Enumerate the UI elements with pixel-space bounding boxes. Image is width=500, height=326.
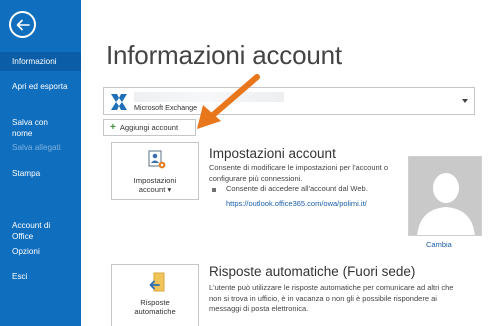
orange-arrow-icon — [197, 74, 260, 129]
nav-item-salva-con-nome[interactable]: Salva con nome — [0, 106, 81, 139]
nav-item-label: Stampa — [12, 169, 41, 178]
exchange-icon — [109, 92, 129, 112]
automatic-replies-tile-label-2: automatiche — [134, 307, 176, 316]
account-selector[interactable]: Microsoft Exchange — [103, 87, 475, 115]
main-content: Informazioni account Microsoft Exchange … — [81, 0, 500, 326]
nav-item-salva-allegati: Salva allegati — [0, 142, 81, 153]
person-silhouette-icon — [409, 157, 481, 235]
nav-item-informazioni[interactable]: Informazioni — [0, 52, 81, 71]
account-settings-button[interactable]: Impostazioni account ▾ — [111, 142, 199, 200]
nav-item-label: Salva allegati — [12, 143, 61, 152]
nav-item-label: Esci — [12, 272, 28, 281]
automatic-replies-description: L'utente può utilizzare le risposte auto… — [209, 283, 454, 313]
add-account-label: Aggiungi account — [119, 123, 179, 132]
add-account-button[interactable]: + Aggiungi account — [103, 119, 196, 136]
nav-item-esci[interactable]: Esci — [0, 271, 81, 282]
nav-item-label: Account di Office — [12, 221, 51, 241]
back-button[interactable] — [9, 11, 36, 38]
account-settings-icon — [148, 150, 166, 169]
backstage-sidebar: Informazioni Apri ed esporta Salva con n… — [0, 0, 81, 326]
nav-item-apri-ed-esporta[interactable]: Apri ed esporta — [0, 81, 81, 92]
nav-item-label: Salva con nome — [12, 118, 48, 138]
automatic-replies-button[interactable]: Risposte automatiche — [111, 264, 199, 326]
nav-item-stampa[interactable]: Stampa — [0, 168, 81, 179]
nav-item-label: Opzioni — [12, 247, 40, 256]
automatic-replies-icon — [149, 272, 165, 292]
nav-item-label: Informazioni — [12, 57, 57, 66]
account-settings-tile-label-2: account ▾ — [138, 185, 172, 194]
plus-icon: + — [110, 121, 116, 133]
nav-item-label: Apri ed esporta — [12, 82, 68, 91]
account-settings-bullet: Consente di accedere all'account dal Web… — [226, 184, 368, 193]
owa-link[interactable]: https://outlook.office365.com/owa/polimi… — [226, 199, 367, 208]
account-settings-description: Consente di modificare le impostazioni p… — [209, 163, 389, 183]
chevron-down-icon — [462, 99, 468, 103]
nav-item-opzioni[interactable]: Opzioni — [0, 246, 81, 257]
bullet-icon — [212, 188, 216, 192]
arrow-left-circle-icon — [16, 19, 30, 30]
profile-picture — [408, 156, 482, 236]
change-photo-link[interactable]: Cambia — [426, 240, 452, 249]
nav-item-account-di-office[interactable]: Account di Office — [0, 209, 81, 242]
account-type-label: Microsoft Exchange — [134, 103, 198, 112]
automatic-replies-title: Risposte automatiche (Fuori sede) — [209, 264, 416, 279]
page-title: Informazioni account — [106, 40, 342, 70]
account-settings-title: Impostazioni account — [209, 146, 336, 161]
